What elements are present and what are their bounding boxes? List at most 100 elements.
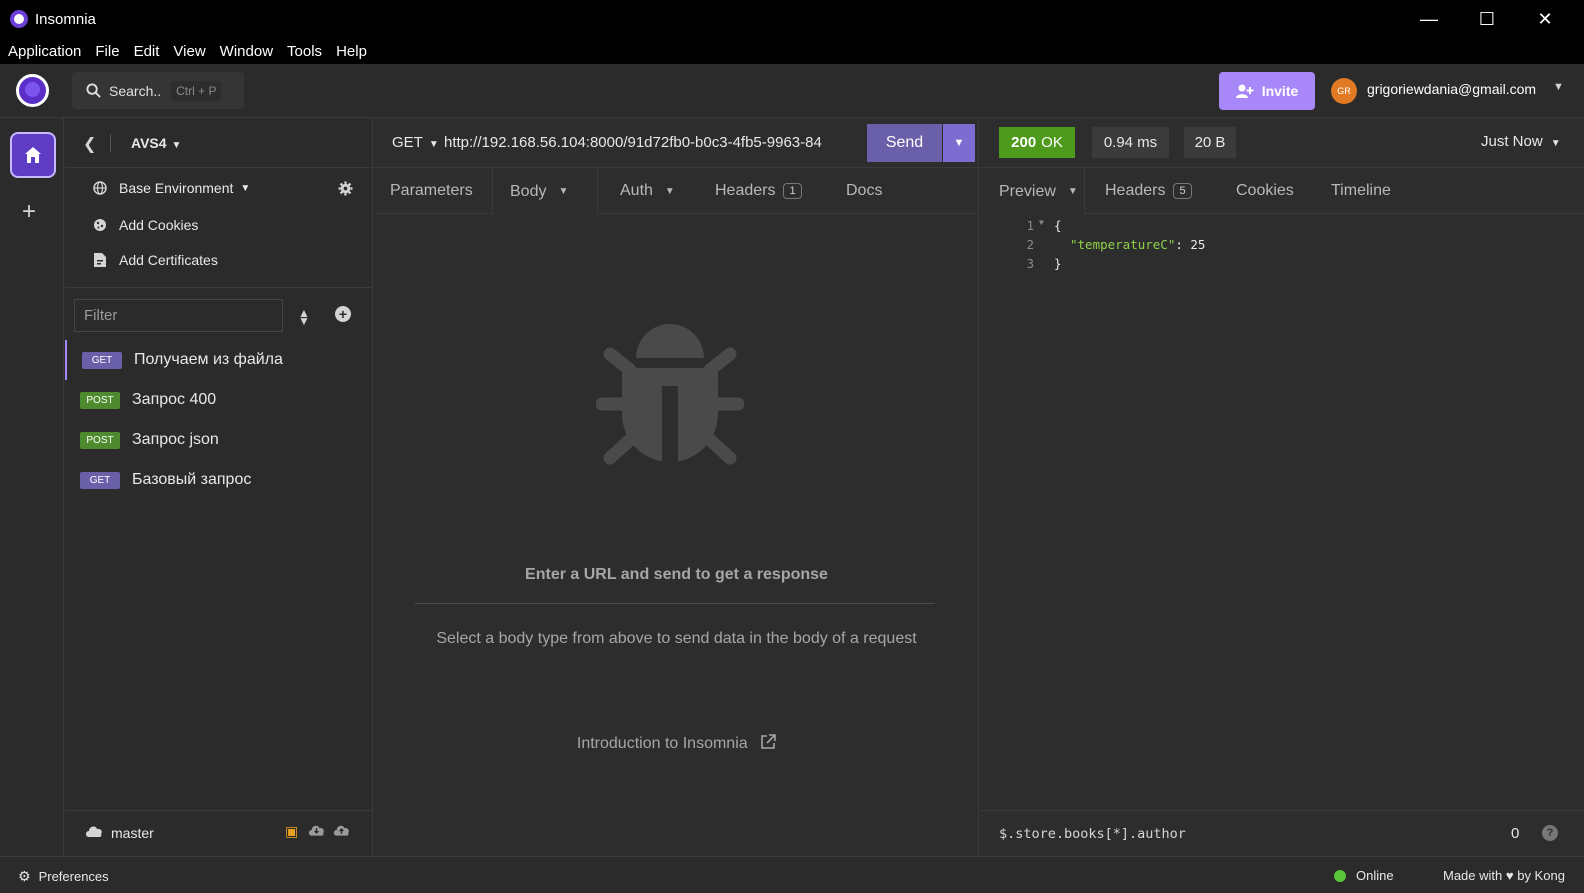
certificate-icon: [93, 253, 107, 267]
title-bar: Insomnia — ☐ ✕: [0, 0, 1584, 38]
status-bar: ⚙ Preferences Online Made with ♥ by Kong: [0, 856, 1584, 893]
code-line: {: [1054, 218, 1062, 233]
minimize-icon[interactable]: —: [1400, 0, 1458, 38]
invite-button[interactable]: Invite: [1219, 72, 1315, 110]
tab-timeline[interactable]: Timeline: [1331, 168, 1391, 214]
chevron-down-icon: ▼: [428, 139, 439, 150]
response-filter-bar: $.store.books[*].author 0 ?: [980, 810, 1584, 856]
menu-application[interactable]: Application: [8, 43, 81, 60]
cloud-icon: [85, 824, 103, 840]
made-with-prefix: Made with: [1443, 868, 1503, 883]
tab-body[interactable]: Body ▼: [492, 168, 598, 215]
menu-tools[interactable]: Tools: [287, 43, 322, 60]
cloud-download-icon[interactable]: [308, 823, 325, 839]
sidebar-item-request[interactable]: POST Запрос 400: [65, 380, 372, 420]
back-icon[interactable]: ❮: [83, 134, 96, 154]
chevron-down-icon: ▼: [1067, 186, 1078, 197]
menu-view[interactable]: View: [173, 43, 205, 60]
home-button[interactable]: [10, 132, 56, 178]
online-label: Online: [1356, 868, 1394, 883]
tab-docs[interactable]: Docs: [846, 168, 882, 214]
chevron-down-icon: ▼: [664, 185, 675, 197]
menu-window[interactable]: Window: [220, 43, 273, 60]
tab-label: Preview: [999, 182, 1056, 200]
add-cookies-button[interactable]: Add Cookies: [93, 217, 198, 233]
chevron-down-icon: ▼: [558, 186, 569, 197]
send-options-button[interactable]: ▼: [943, 124, 975, 162]
git-sync-bar: master ▣: [65, 810, 372, 856]
menu-edit[interactable]: Edit: [134, 43, 160, 60]
maximize-icon[interactable]: ☐: [1458, 0, 1516, 38]
app-logo-icon[interactable]: [16, 74, 49, 107]
online-status: Online: [1334, 868, 1394, 883]
project-name: AVS4: [131, 135, 167, 151]
branch-name[interactable]: master: [111, 825, 154, 841]
response-time-badge: 0.94 ms: [1092, 127, 1169, 158]
avatar[interactable]: GR: [1331, 78, 1357, 104]
tab-headers[interactable]: Headers 5: [1105, 168, 1192, 214]
response-filter-input[interactable]: $.store.books[*].author: [999, 826, 1186, 842]
request-name: Запрос json: [132, 431, 219, 448]
made-with-kong[interactable]: Made with ♥ by Kong: [1443, 868, 1565, 883]
sidebar: ❮ AVS4 ▼ Base Environment ▼ Add Cookies A…: [65, 118, 373, 856]
user-email[interactable]: grigoriewdania@gmail.com: [1367, 81, 1536, 97]
method-selector[interactable]: GET ▼: [392, 134, 439, 151]
invite-label: Invite: [1261, 83, 1299, 99]
tab-headers[interactable]: Headers 1: [715, 168, 802, 214]
project-selector[interactable]: AVS4 ▼: [131, 135, 181, 151]
empty-state-title: Enter a URL and send to get a response: [525, 566, 828, 583]
request-name: Получаем из файла: [134, 351, 283, 368]
tab-parameters[interactable]: Parameters: [390, 168, 473, 214]
preferences-button[interactable]: ⚙ Preferences: [18, 868, 109, 885]
external-link-icon: [761, 734, 776, 749]
headers-count-badge: 5: [1173, 183, 1192, 199]
cloud-upload-icon[interactable]: [333, 823, 350, 839]
tab-label: Body: [510, 182, 547, 200]
tab-cookies[interactable]: Cookies: [1236, 168, 1294, 214]
gear-icon: ⚙: [18, 868, 31, 884]
history-selector[interactable]: Just Now ▼: [1481, 133, 1561, 150]
status-code: 200: [1011, 134, 1037, 151]
introduction-label: Introduction to Insomnia: [576, 735, 748, 752]
url-input[interactable]: http://192.168.56.104:8000/91d72fb0-b0c3…: [444, 134, 848, 151]
fold-icon[interactable]: ▼: [1039, 218, 1044, 227]
preferences-label: Preferences: [38, 869, 109, 884]
response-tabs: Preview ▼ Headers 5 Cookies Timeline: [979, 168, 1584, 215]
filter-input[interactable]: Filter: [74, 299, 283, 332]
sort-icon[interactable]: ▲ ▼: [298, 306, 310, 334]
add-request-icon[interactable]: +: [335, 306, 351, 322]
help-icon[interactable]: ?: [1542, 825, 1558, 841]
tab-label: Headers: [715, 182, 776, 199]
code-line: "temperatureC": 25: [1070, 237, 1205, 252]
search-icon: [86, 83, 101, 98]
tab-auth[interactable]: Auth ▼: [620, 168, 675, 214]
line-number: 2: [1026, 237, 1034, 252]
tab-preview[interactable]: Preview ▼: [979, 168, 1085, 215]
close-icon[interactable]: ✕: [1516, 0, 1574, 38]
code-line: }: [1054, 256, 1062, 271]
environment-selector[interactable]: Base Environment ▼: [93, 180, 250, 196]
chevron-down-icon[interactable]: ▼: [1553, 81, 1564, 93]
search-button[interactable]: Search.. Ctrl + P: [72, 72, 244, 109]
window-title: Insomnia: [35, 10, 96, 28]
introduction-link[interactable]: Introduction to Insomnia: [374, 734, 979, 753]
sidebar-item-request[interactable]: GET Базовый запрос: [65, 460, 372, 500]
sidebar-item-request[interactable]: POST Запрос json: [65, 420, 372, 460]
tab-label: Headers: [1105, 182, 1166, 199]
empty-state-description: Select a body type from above to send da…: [436, 630, 917, 647]
add-certificates-label: Add Certificates: [119, 252, 218, 268]
sidebar-item-request[interactable]: GET Получаем из файла: [65, 340, 372, 380]
add-project-icon[interactable]: +: [22, 198, 36, 226]
search-label: Search..: [109, 82, 162, 99]
cookie-icon: [93, 218, 107, 232]
package-icon[interactable]: ▣: [285, 823, 298, 840]
gear-icon[interactable]: [338, 181, 353, 199]
menu-help[interactable]: Help: [336, 43, 367, 60]
headers-count-badge: 1: [783, 183, 802, 199]
online-dot-icon: [1334, 869, 1346, 882]
send-button[interactable]: Send: [867, 124, 942, 162]
add-certificates-button[interactable]: Add Certificates: [93, 252, 218, 268]
url-bar: GET ▼ http://192.168.56.104:8000/91d72fb0…: [374, 118, 978, 168]
request-tabs: Parameters Body ▼ Auth ▼ Headers 1 Docs: [374, 168, 978, 215]
menu-file[interactable]: File: [95, 43, 119, 60]
